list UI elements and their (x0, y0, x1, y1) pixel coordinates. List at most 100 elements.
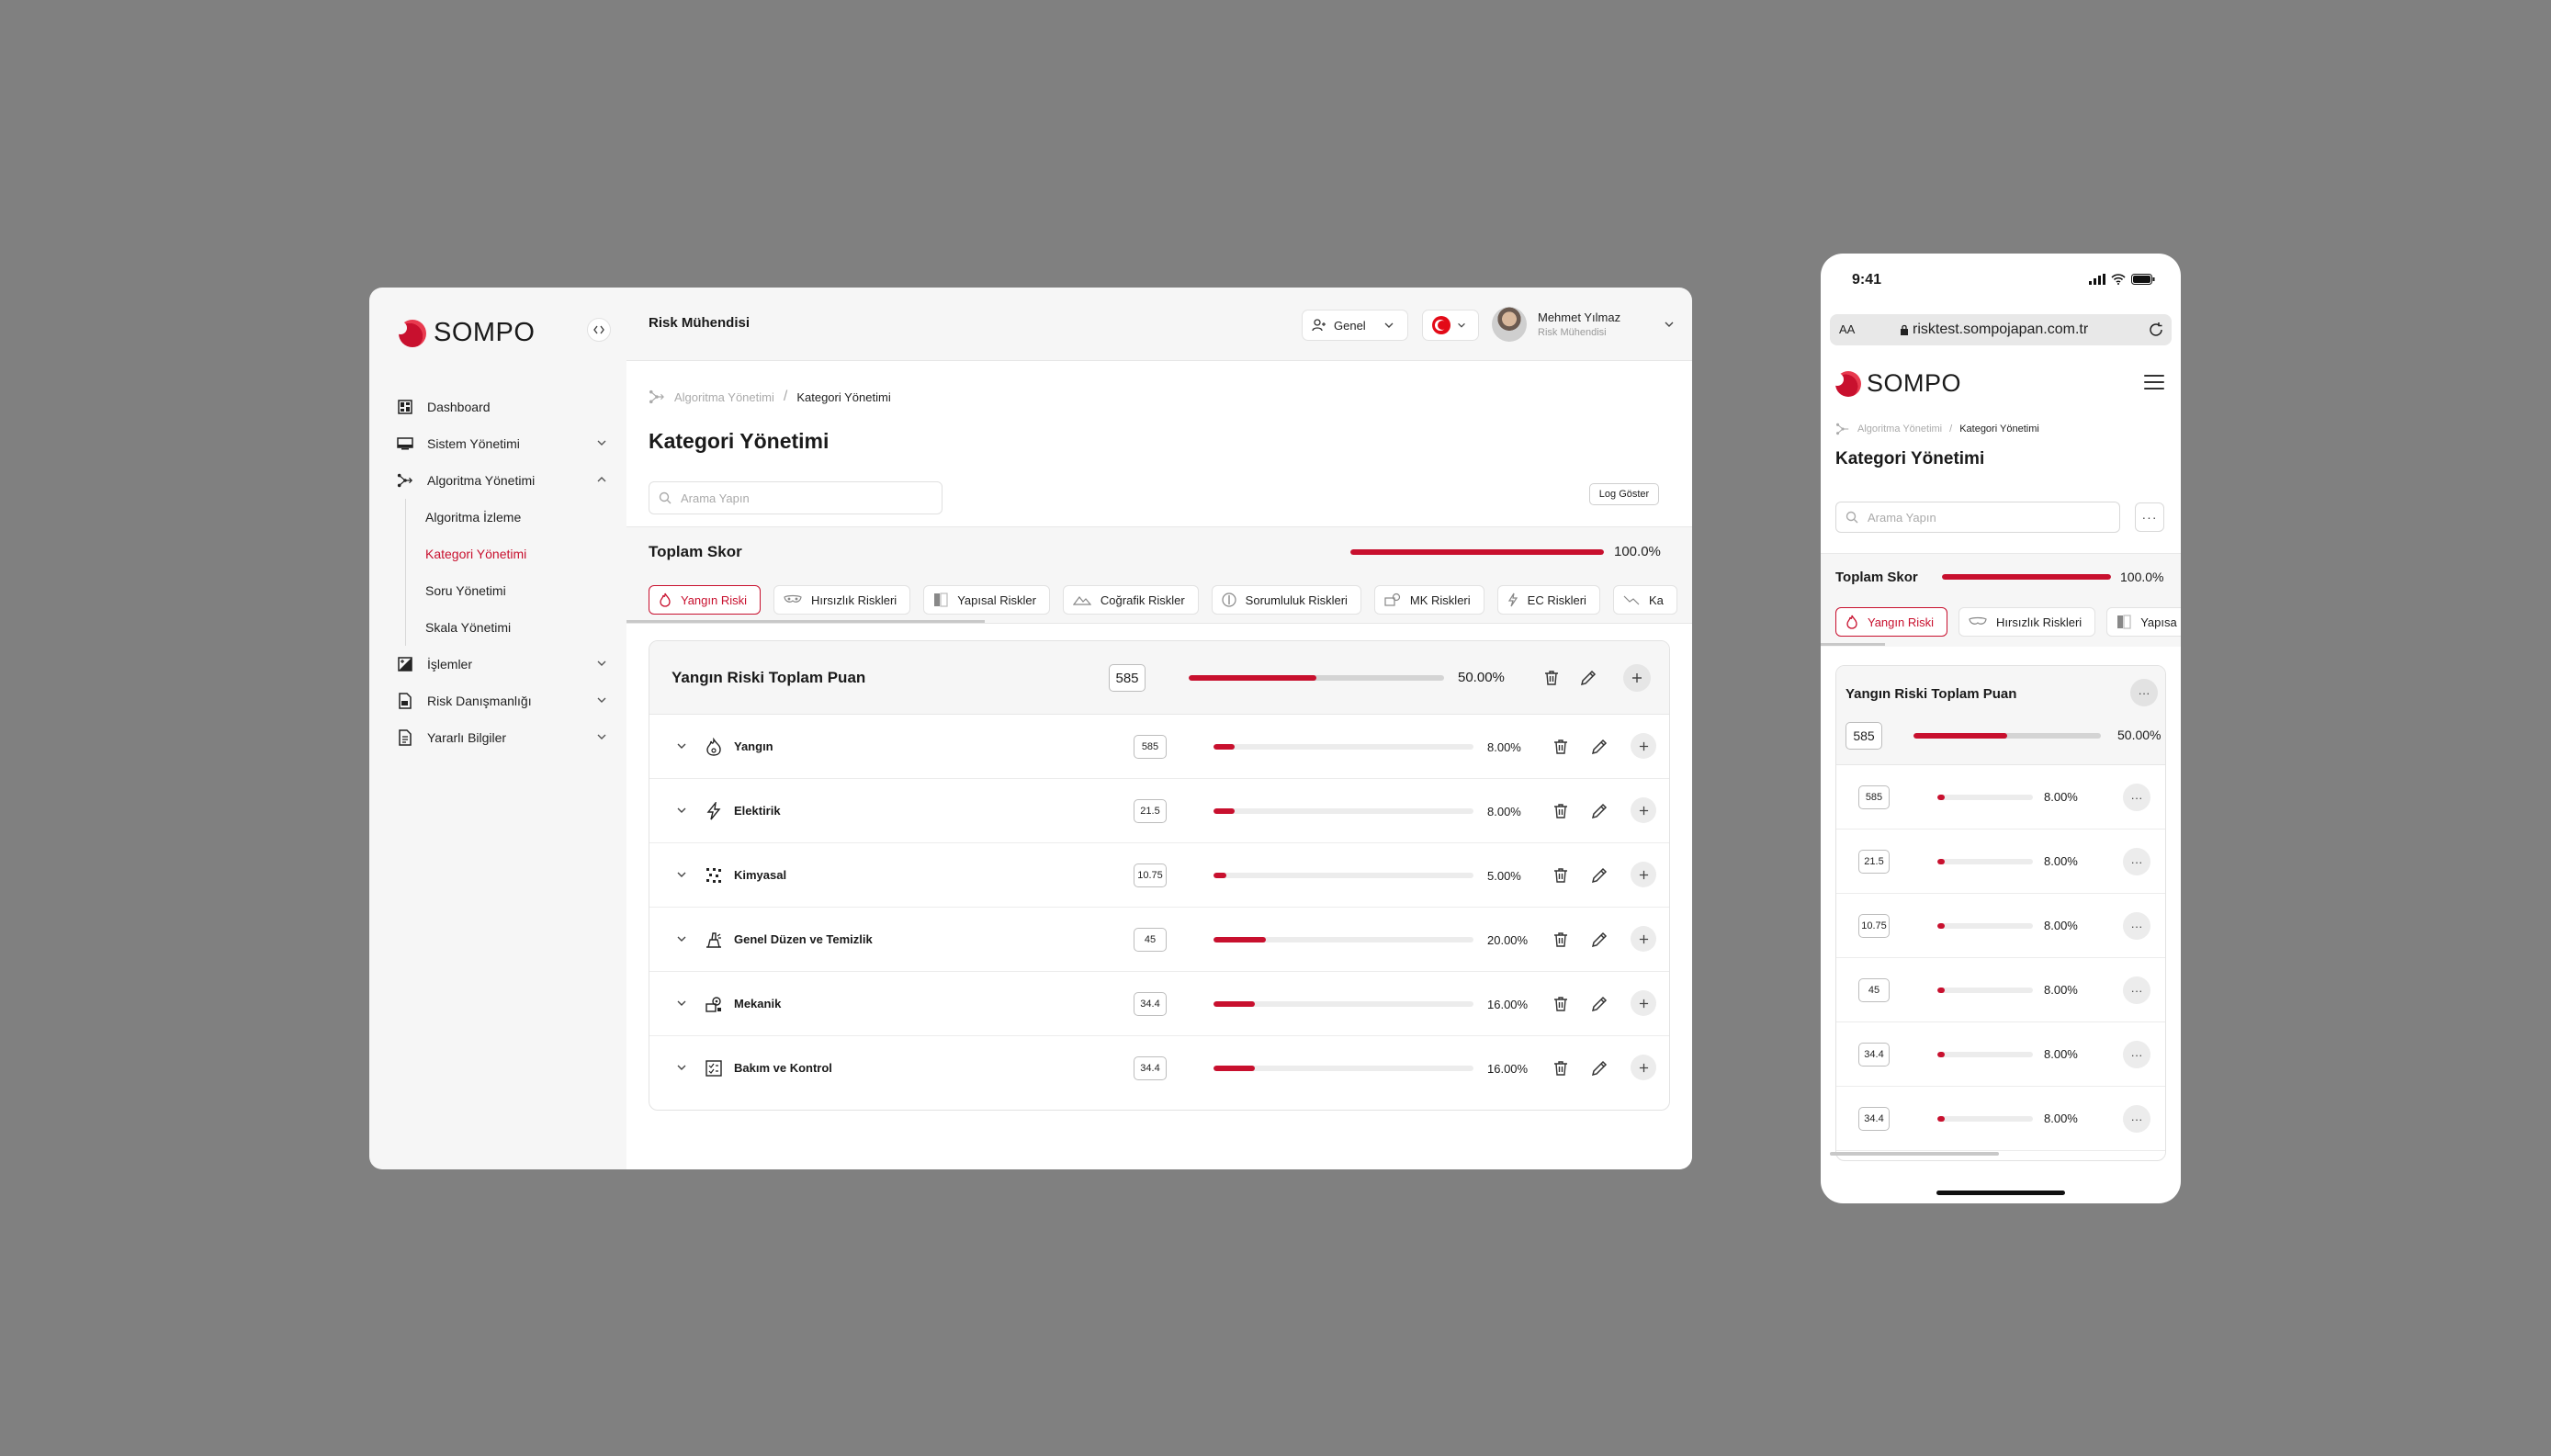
edit-button[interactable] (1590, 931, 1608, 949)
chevron-down-icon[interactable] (675, 804, 688, 817)
tabs-scrollbar[interactable] (626, 620, 985, 623)
add-button[interactable] (1631, 797, 1656, 823)
edit-button[interactable] (1590, 866, 1608, 885)
tab-yapisal-riskler[interactable]: Yapısa (2106, 607, 2181, 637)
tabs-scrollbar[interactable] (1821, 643, 1885, 646)
chevron-down-icon[interactable] (595, 436, 608, 449)
tab-ec-riskleri[interactable]: EC Riskleri (1496, 585, 1600, 615)
chevron-down-icon[interactable] (675, 1061, 688, 1074)
delete-button[interactable] (1552, 995, 1570, 1013)
edit-button[interactable] (1590, 738, 1608, 756)
add-button[interactable] (1631, 733, 1656, 759)
chevron-down-icon[interactable] (675, 997, 688, 1010)
row-score: 21.5 (1858, 850, 1890, 874)
user-menu[interactable]: Mehmet Yılmaz Risk Mühendisi (1492, 304, 1676, 344)
lock-icon (1901, 324, 1908, 335)
row-more-button[interactable]: ··· (2123, 912, 2150, 940)
row-more-button[interactable]: ··· (2123, 1041, 2150, 1068)
row-more-button[interactable]: ··· (2123, 1105, 2150, 1133)
plus-icon (1639, 741, 1648, 751)
sidebar-subitem-skala-yonetimi[interactable]: Skala Yönetimi (425, 609, 608, 646)
sidebar-item-dashboard[interactable]: Dashboard (397, 389, 608, 425)
card-more-button[interactable]: ··· (2130, 679, 2158, 706)
search-icon (1846, 511, 1858, 524)
breadcrumb: Algoritma Yönetimi / Kategori Yönetimi (649, 389, 891, 405)
tab-mk-riskleri[interactable]: MK Riskleri (1373, 585, 1484, 615)
sidebar-item-algoritma-yonetimi[interactable]: Algoritma Yönetimi (397, 462, 608, 499)
edit-button[interactable] (1590, 802, 1608, 820)
sidebar-item-risk-danismanligi[interactable]: Risk Danışmanlığı (397, 683, 608, 719)
browser-url-bar[interactable]: AA risktest.sompojapan.com.tr (1830, 314, 2172, 345)
sidebar-subnav: Algoritma İzleme Kategori Yönetimi Soru … (405, 499, 608, 646)
chevron-down-icon[interactable] (675, 932, 688, 945)
sidebar-subitem-algoritma-izleme[interactable]: Algoritma İzleme (425, 499, 608, 536)
row-score: 10.75 (1858, 914, 1890, 938)
breadcrumb-parent[interactable]: Algoritma Yönetimi (1857, 423, 1942, 435)
row-more-button[interactable]: ··· (2123, 848, 2150, 875)
plus-icon (1639, 1063, 1648, 1072)
sidebar-collapse-button[interactable] (587, 318, 611, 342)
context-select[interactable]: Genel (1302, 310, 1408, 341)
delete-button[interactable] (1552, 931, 1570, 949)
tab-yangin-riski[interactable]: Yangın Riski (1835, 607, 1948, 637)
chevron-down-icon[interactable] (675, 868, 688, 881)
add-button[interactable] (1631, 1055, 1656, 1080)
reader-aa-button[interactable]: AA (1839, 322, 1855, 336)
hamburger-menu-icon[interactable] (2144, 375, 2164, 389)
sompo-logo[interactable]: SOMPO (1831, 369, 1961, 398)
plus-icon (1639, 934, 1648, 943)
delete-button[interactable] (1552, 802, 1570, 820)
tab-sorumluluk-riskleri[interactable]: Sorumluluk Riskleri (1211, 585, 1361, 615)
horizontal-scrollbar[interactable] (1830, 1152, 1999, 1156)
add-button[interactable] (1631, 862, 1656, 887)
tab-hirsizlik-riskleri[interactable]: Hırsızlık Riskleri (1958, 607, 2096, 637)
row-score: 10.75 (1134, 863, 1167, 887)
tab-hirsizlik-riskleri[interactable]: Hırsızlık Riskleri (773, 585, 911, 615)
chemical-icon (706, 868, 721, 883)
sidebar-item-yararli-bilgiler[interactable]: Yararlı Bilgiler (397, 719, 608, 756)
chevron-up-icon[interactable] (595, 473, 608, 486)
delete-button[interactable] (1552, 866, 1570, 885)
ellipsis-icon: ··· (2130, 983, 2143, 998)
reload-icon[interactable] (2148, 322, 2164, 338)
chevron-down-icon[interactable] (675, 739, 688, 752)
add-button[interactable] (1623, 664, 1651, 692)
breadcrumb-parent[interactable]: Algoritma Yönetimi (674, 390, 774, 404)
add-button[interactable] (1631, 926, 1656, 952)
delete-button[interactable] (1552, 738, 1570, 756)
delete-button[interactable] (1552, 1059, 1570, 1078)
search-input[interactable]: Arama Yapın (649, 481, 943, 514)
edit-button[interactable] (1590, 995, 1608, 1013)
tab-yangin-riski[interactable]: Yangın Riski (649, 585, 762, 615)
pencil-icon (1591, 739, 1608, 755)
trash-icon (1545, 671, 1558, 685)
row-percent: 16.00% (1487, 998, 1529, 1011)
log-show-button[interactable]: Log Göster (1589, 483, 1659, 505)
sidebar-item-sistem-yonetimi[interactable]: Sistem Yönetimi (397, 425, 608, 462)
chevron-down-icon[interactable] (595, 657, 608, 670)
delete-button[interactable] (1542, 669, 1561, 687)
sompo-logo[interactable]: SOMPO (394, 318, 535, 348)
total-score-progress (1350, 549, 1604, 555)
sidebar-item-islemler[interactable]: İşlemler (397, 646, 608, 683)
add-button[interactable] (1631, 990, 1656, 1016)
table-row: 34.4 8.00% ··· (1836, 1087, 2165, 1151)
edit-button[interactable] (1590, 1059, 1608, 1078)
search-input[interactable]: Arama Yapın (1835, 502, 2120, 533)
row-more-button[interactable]: ··· (2123, 784, 2150, 811)
sidebar-subitem-kategori-yonetimi[interactable]: Kategori Yönetimi (425, 536, 608, 572)
edit-button[interactable] (1579, 669, 1597, 687)
row-more-button[interactable]: ··· (2123, 976, 2150, 1004)
sidebar-subitem-soru-yonetimi[interactable]: Soru Yönetimi (425, 572, 608, 609)
pencil-icon (1591, 996, 1608, 1012)
chevron-down-icon[interactable] (595, 694, 608, 706)
chevron-down-icon[interactable] (1663, 318, 1676, 331)
trash-icon (1554, 868, 1567, 883)
tab-ka[interactable]: Ka (1612, 585, 1677, 615)
tab-yapisal-riskler[interactable]: Yapısal Riskler (923, 585, 1050, 615)
more-options-button[interactable]: ··· (2135, 502, 2164, 532)
chevron-down-icon[interactable] (595, 730, 608, 743)
row-progress-fill (1213, 937, 1266, 942)
language-select[interactable] (1422, 310, 1479, 341)
tab-cografik-riskler[interactable]: Coğrafik Riskler (1062, 585, 1199, 615)
